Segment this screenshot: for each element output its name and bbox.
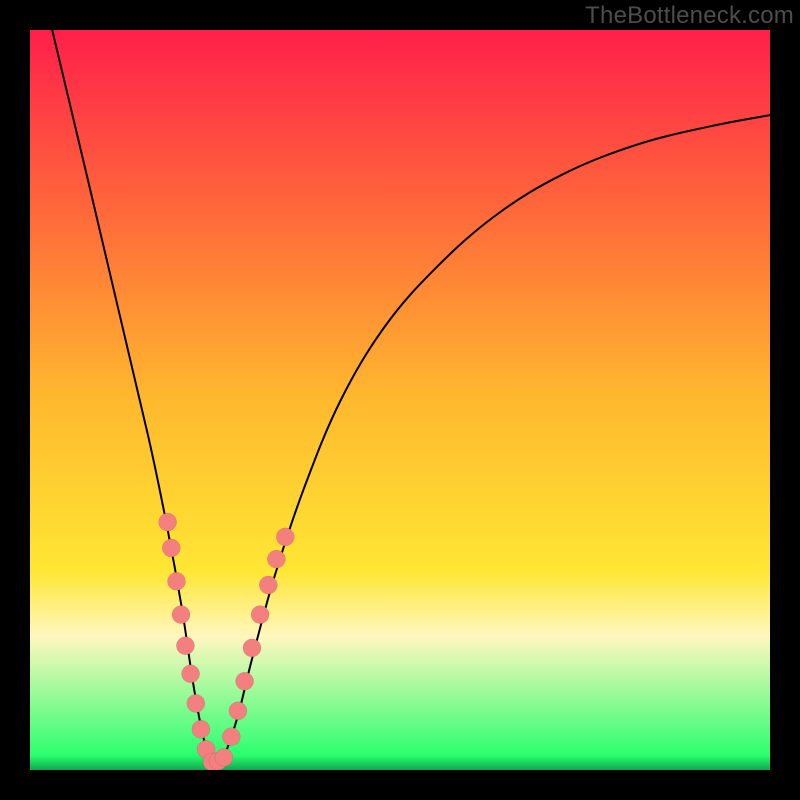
watermark-label: TheBottleneck.com: [585, 2, 794, 30]
bead-point: [182, 665, 200, 683]
bead-point: [236, 672, 254, 690]
bead-point: [267, 550, 285, 568]
chart-frame: TheBottleneck.com: [0, 0, 800, 800]
bead-layer: [159, 513, 295, 770]
bead-point: [222, 728, 240, 746]
bead-point: [176, 637, 194, 655]
bead-point: [172, 606, 190, 624]
bead-point: [159, 513, 177, 531]
bead-point: [168, 572, 186, 590]
bead-point: [229, 702, 247, 720]
bead-point: [187, 694, 205, 712]
bead-point: [259, 576, 277, 594]
bead-point: [192, 720, 210, 738]
bottleneck-curve: [52, 30, 770, 766]
plot-area: [30, 30, 770, 770]
bead-point: [276, 528, 294, 546]
bead-point: [243, 639, 261, 657]
bead-point: [215, 748, 233, 766]
bead-point: [251, 606, 269, 624]
curve-svg: [30, 30, 770, 770]
bead-point: [162, 539, 180, 557]
